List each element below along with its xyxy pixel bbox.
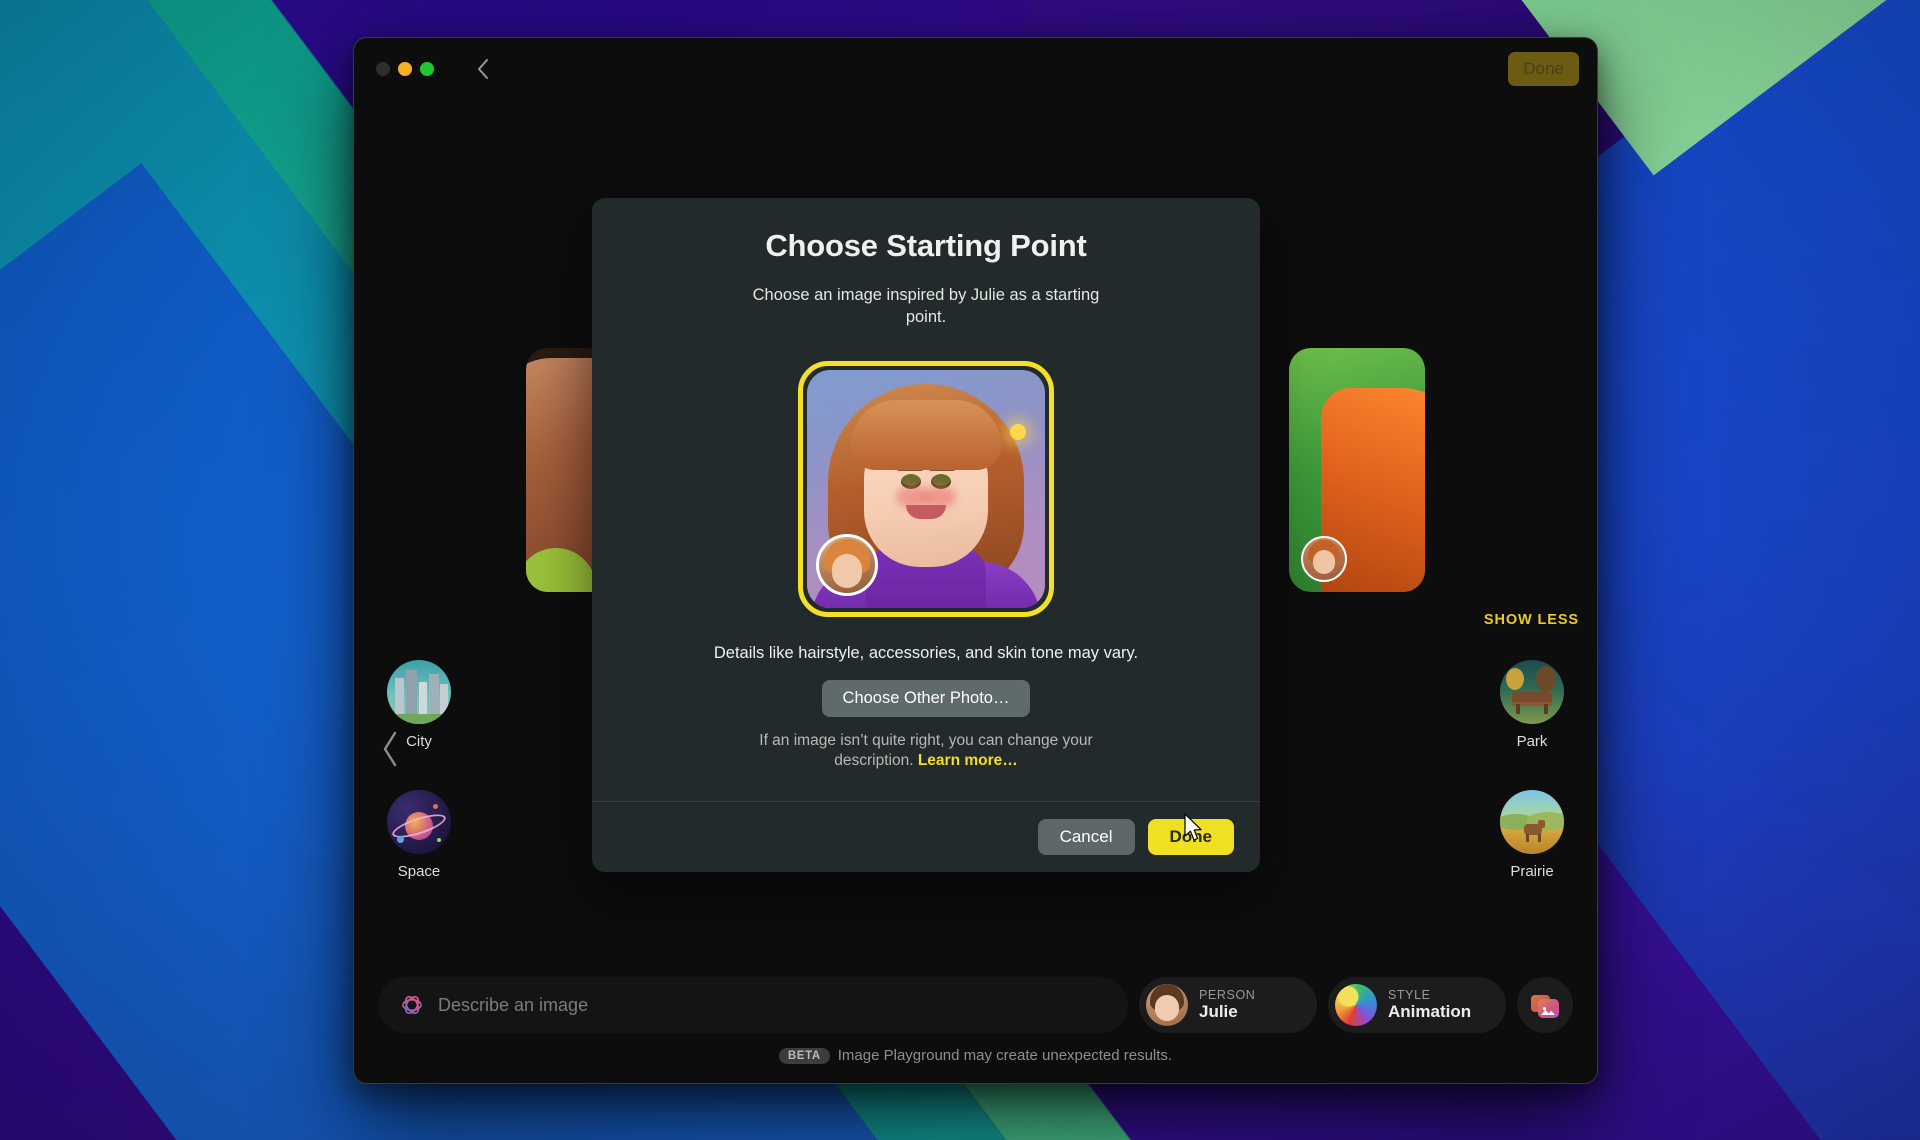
back-chevron-icon[interactable]: [472, 58, 494, 80]
concept-label: Prairie: [1510, 863, 1554, 880]
beta-disclaimer-row: BETA Image Playground may create unexpec…: [378, 1047, 1573, 1064]
concept-label: City: [406, 733, 432, 750]
concept-item-prairie[interactable]: Prairie: [1500, 790, 1564, 880]
beta-disclaimer-text: Image Playground may create unexpected r…: [837, 1047, 1173, 1064]
dialog-variation-note: Details like hairstyle, accessories, and…: [713, 643, 1139, 662]
avatar-face: [1155, 995, 1179, 1021]
prairie-horse-thumb-icon: [1500, 790, 1564, 854]
dialog-body: Choose Starting Point Choose an image in…: [592, 198, 1260, 801]
dialog-title: Choose Starting Point: [765, 228, 1087, 263]
person-chip[interactable]: PERSON Julie: [1139, 977, 1317, 1033]
done-button[interactable]: Done: [1147, 819, 1234, 855]
concept-label: Park: [1516, 733, 1548, 750]
hero-image: [807, 369, 1045, 608]
apple-intelligence-icon: [402, 995, 422, 1015]
style-chip[interactable]: STYLE Animation: [1328, 977, 1506, 1033]
maximize-window-button[interactable]: [420, 62, 434, 76]
concept-item-park[interactable]: Park: [1500, 660, 1564, 750]
photos-library-button[interactable]: [1517, 977, 1573, 1033]
style-chip-text: STYLE Animation: [1388, 988, 1471, 1022]
person-chip-text: PERSON Julie: [1199, 988, 1255, 1022]
badge-face: [832, 553, 862, 588]
describe-image-placeholder: Describe an image: [438, 994, 589, 1015]
beta-badge: BETA: [778, 1047, 830, 1064]
choose-starting-point-dialog: Choose Starting Point Choose an image in…: [592, 198, 1260, 872]
city-skyline-thumb-icon: [387, 660, 451, 724]
hero-glow-light: [1009, 424, 1026, 441]
minimize-window-button[interactable]: [398, 62, 412, 76]
prompt-row: Describe an image PERSON Julie STYLE Ani…: [378, 965, 1573, 1033]
window-titlebar: Done: [354, 38, 1597, 100]
hero-bangs: [851, 400, 1001, 471]
show-less-button[interactable]: SHOW LESS: [1484, 612, 1579, 628]
person-chip-value: Julie: [1199, 1002, 1238, 1022]
planet-thumb-icon: [387, 790, 451, 854]
bottom-toolbar: Describe an image PERSON Julie STYLE Ani…: [354, 965, 1597, 1083]
style-chip-label: STYLE: [1388, 988, 1431, 1003]
dialog-subtitle: Choose an image inspired by Julie as a s…: [752, 286, 1100, 327]
learn-more-link[interactable]: Learn more…: [918, 752, 1018, 769]
photo-mountain-glyph: [1541, 1006, 1555, 1015]
titlebar-done-button[interactable]: Done: [1508, 52, 1579, 86]
concept-label: Space: [397, 863, 441, 880]
person-chip-label: PERSON: [1199, 988, 1256, 1003]
image-playground-window: Done City Space SHOW LESS Park Prairie C…: [353, 37, 1598, 1084]
cancel-button[interactable]: Cancel: [1037, 819, 1135, 855]
source-photo-badge: [816, 533, 878, 596]
preview-source-photo-badge: [1301, 536, 1347, 582]
choose-other-photo-button[interactable]: Choose Other Photo…: [821, 679, 1031, 717]
hero-mouth: [906, 504, 946, 519]
describe-image-input[interactable]: Describe an image: [378, 977, 1128, 1033]
traffic-lights: [376, 62, 434, 76]
style-chip-value: Animation: [1388, 1002, 1472, 1022]
selected-starting-image[interactable]: [798, 360, 1054, 617]
photos-icon-front-card: [1538, 998, 1559, 1018]
concept-column-right: Park Prairie: [1477, 660, 1587, 880]
concept-item-space[interactable]: Space: [387, 790, 451, 880]
carousel-preview-right[interactable]: [1289, 348, 1425, 592]
window-content: City Space SHOW LESS Park Prairie Choose…: [354, 100, 1597, 1083]
close-window-button[interactable]: [376, 62, 390, 76]
dialog-hint: If an image isn’t quite right, you can c…: [736, 731, 1116, 773]
photos-icon: [1531, 993, 1559, 1018]
dialog-footer: Cancel Done: [592, 801, 1260, 872]
park-bench-thumb-icon: [1500, 660, 1564, 724]
animation-style-icon: [1335, 984, 1377, 1026]
carousel-previous-arrow-icon[interactable]: [380, 730, 400, 773]
person-avatar: [1146, 984, 1188, 1026]
